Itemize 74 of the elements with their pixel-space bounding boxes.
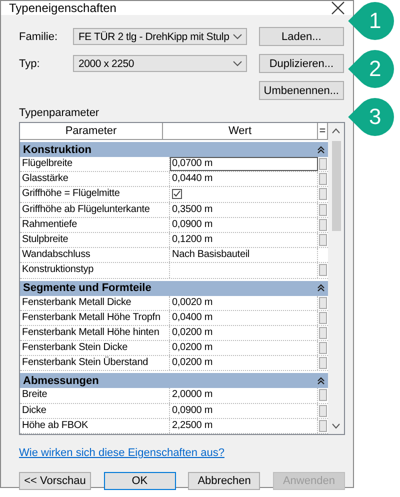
close-icon[interactable] [331, 1, 345, 15]
parameter-name: Fensterbank Metall Höhe Tropfn [20, 310, 170, 325]
parameter-name: Fensterbank Stein Überstand [20, 356, 170, 370]
scroll-down-icon[interactable] [332, 423, 340, 429]
parameter-name: Rahmentiefe [20, 218, 170, 232]
parameter-name: Stulpbreite [20, 232, 170, 248]
value-text: Nach Basisbauteil [172, 249, 250, 260]
checkbox[interactable] [172, 189, 182, 200]
parameter-name: Konstruktionstyp [20, 263, 170, 278]
edit-button[interactable] [319, 158, 327, 170]
parameter-name: Glasstärke [20, 172, 170, 186]
load-button[interactable]: Laden... [258, 27, 344, 46]
edit-button[interactable] [319, 326, 327, 339]
edit-button[interactable] [319, 204, 327, 216]
value-text: 0,1200 m [172, 234, 212, 245]
parameter-name: Höhe ab FBOK [20, 418, 170, 433]
value-text: 0,0020 m [172, 296, 212, 308]
ok-button[interactable]: OK [104, 472, 176, 490]
edit-button[interactable] [319, 389, 327, 402]
column-header[interactable]: Parameter [20, 123, 163, 139]
edit-button[interactable] [319, 312, 327, 324]
group-header[interactable]: Abmessungen [20, 373, 328, 388]
value-text: 2,0000 m [172, 389, 212, 400]
collapse-icon[interactable] [317, 146, 325, 154]
value-text: 0,0400 m [172, 312, 212, 323]
field-label: Familie: [19, 30, 59, 42]
parameter-name: Breite [20, 388, 170, 403]
edit-button[interactable] [319, 342, 327, 354]
value-text: 0,0200 m [172, 326, 212, 338]
edit-button[interactable] [319, 357, 327, 370]
parameter-name: Fensterbank Metall Höhe hinten [20, 326, 170, 340]
value-text: 0,0440 m [172, 173, 212, 184]
parameter-name: Griffhöhe = Flügelmitte [20, 187, 170, 202]
value-text: 2,2500 m [172, 420, 212, 431]
edit-button[interactable] [319, 234, 327, 246]
edit-button[interactable] [319, 404, 327, 417]
value-text: 0,0900 m [172, 404, 212, 416]
edit-button[interactable] [319, 218, 327, 231]
parameter-name: Fensterbank Stein Dicke [20, 341, 170, 356]
duplicate-button[interactable]: Duplizieren... [258, 54, 344, 73]
value-text: 0,0200 m [172, 357, 212, 368]
scrollbar-thumb[interactable] [332, 141, 340, 231]
parameter-name: Griffhöhe ab Flügelunterkante [20, 202, 170, 217]
field-label: Typ: [19, 58, 41, 70]
family-dropdown[interactable]: FE TÜR 2 tlg - DrehKipp mit Stulp [73, 28, 247, 45]
edit-button[interactable] [319, 173, 327, 186]
cancel-button[interactable]: Abbrechen [188, 472, 260, 490]
collapse-icon[interactable] [317, 376, 325, 385]
group-header[interactable]: Segmente und Formteile [20, 280, 328, 296]
column-header[interactable]: Wert [163, 123, 318, 139]
preview-button[interactable]: << Vorschau [19, 472, 91, 490]
edit-button[interactable] [319, 420, 327, 432]
group-header[interactable]: Konstruktion [20, 142, 328, 157]
scrollbar[interactable] [328, 123, 344, 434]
section-label: Typenparameter [19, 107, 100, 119]
value-text: 0,3500 m [172, 204, 212, 215]
value-text: 0,0700 m [172, 158, 212, 169]
value-text: 0,0200 m [172, 342, 212, 354]
caret-icon [232, 60, 242, 66]
rename-button[interactable]: Umbenennen... [258, 81, 344, 100]
value-text: 0,0900 m [172, 218, 212, 230]
help-link[interactable]: Wie wirken sich diese Eigenschaften aus? [19, 447, 224, 459]
edit-button[interactable] [319, 296, 327, 308]
edit-button[interactable] [319, 264, 327, 276]
parameter-name: Wandabschluss [20, 248, 170, 262]
caret-icon [232, 34, 242, 40]
parameter-name: Flügelbreite [20, 157, 170, 172]
window-title: Typeneigenschaften [9, 1, 116, 15]
type-dropdown[interactable]: 2000 x 2250 [73, 55, 247, 72]
collapse-icon[interactable] [317, 284, 325, 292]
parameter-name: Dicke [20, 404, 170, 418]
edit-button[interactable] [319, 188, 327, 200]
scroll-up-icon[interactable] [332, 128, 340, 134]
parameter-name: Fensterbank Metall Dicke [20, 296, 170, 310]
